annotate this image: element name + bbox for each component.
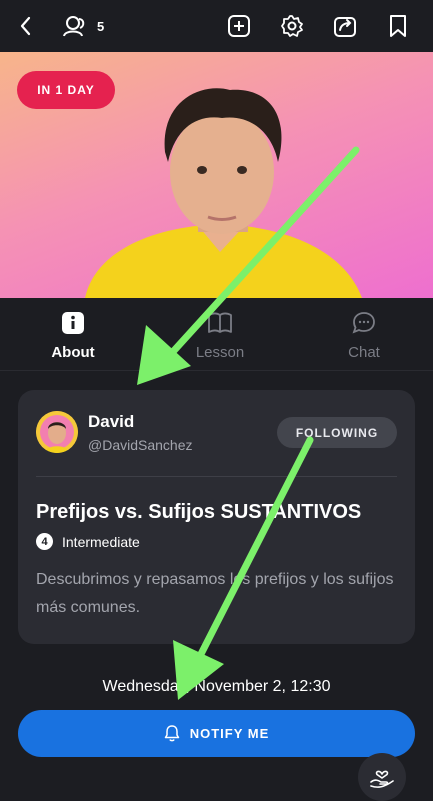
tab-chat[interactable]: Chat <box>324 310 404 361</box>
participant-count: 5 <box>97 19 105 34</box>
lesson-info-card: David @DavidSanchez FOLLOWING Prefijos v… <box>18 390 415 644</box>
avatar[interactable] <box>36 411 78 453</box>
tab-about[interactable]: About <box>33 310 113 361</box>
add-icon[interactable] <box>225 12 253 40</box>
donate-hand-heart-icon[interactable] <box>358 753 406 801</box>
lesson-title: Prefijos vs. Sufijos SUSTANTIVOS <box>36 501 362 523</box>
level-label: Intermediate <box>62 533 140 550</box>
bookmark-icon[interactable] <box>384 12 412 40</box>
author-handle: @DavidSanchez <box>88 437 193 453</box>
book-icon <box>180 310 260 336</box>
tab-lesson[interactable]: Lesson <box>180 310 260 361</box>
back-chevron-icon[interactable] <box>12 12 40 40</box>
tab-chat-label: Chat <box>348 344 380 361</box>
author-name[interactable]: David <box>88 412 134 432</box>
participants-icon[interactable] <box>61 12 89 40</box>
info-icon <box>33 310 113 336</box>
tab-bar: About Lesson Chat <box>0 298 433 371</box>
divider <box>36 476 397 477</box>
lesson-description: Descubrimos y repasamos los prefijos y l… <box>36 571 394 616</box>
lesson-datetime: Wednesday, November 2, 12:30 <box>102 678 331 695</box>
bell-icon <box>164 725 180 742</box>
time-remaining-badge: IN 1 DAY <box>17 71 115 109</box>
share-icon[interactable] <box>331 12 359 40</box>
tab-about-label: About <box>51 344 95 361</box>
level-number-badge: 4 <box>36 533 53 550</box>
level-indicator: 4 Intermediate <box>36 533 140 550</box>
following-button[interactable]: FOLLOWING <box>277 417 397 448</box>
settings-gear-icon[interactable] <box>278 12 306 40</box>
notify-me-label: NOTIFY ME <box>189 726 270 741</box>
hero-image: IN 1 DAY <box>0 52 433 298</box>
notify-me-button[interactable]: NOTIFY ME <box>18 710 415 757</box>
top-bar: 5 <box>0 0 433 52</box>
tab-lesson-label: Lesson <box>195 344 245 361</box>
chat-bubble-icon <box>324 310 404 336</box>
